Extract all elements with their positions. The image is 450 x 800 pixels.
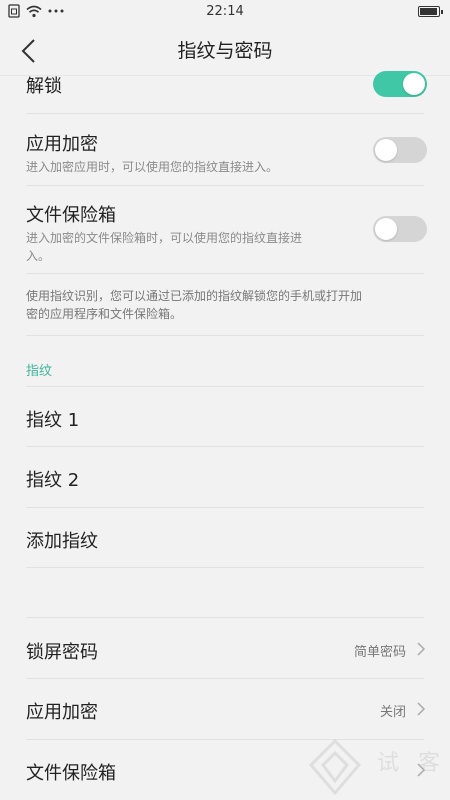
unlock-label: 解锁 <box>26 76 62 97</box>
app-encrypt-toggle[interactable] <box>373 137 427 163</box>
file-safe-switch-desc-line1: 进入加密的文件保险箱时，可以使用您的指纹直接进 <box>26 231 303 245</box>
divider <box>26 386 424 387</box>
add-fingerprint-button[interactable]: 添加指纹 <box>26 527 424 553</box>
status-bar: 22:14 <box>0 0 450 24</box>
unlock-toggle[interactable] <box>373 71 427 97</box>
divider <box>26 185 424 186</box>
divider <box>26 507 424 508</box>
fingerprint-item-1[interactable]: 指纹 1 <box>26 406 424 432</box>
file-safe-toggle[interactable] <box>373 216 427 242</box>
file-safe-switch-row[interactable]: 文件保险箱 进入加密的文件保险箱时，可以使用您的指纹直接进 入。 <box>26 201 424 265</box>
divider <box>26 113 424 114</box>
battery-icon <box>418 6 443 17</box>
watermark-text: 试 客 <box>377 751 446 776</box>
watermark-shield-icon <box>308 738 362 796</box>
app-encrypt-switch-label: 应用加密 <box>26 134 98 155</box>
file-safe-switch-label: 文件保险箱 <box>26 205 116 226</box>
divider <box>26 678 424 679</box>
fingerprint-info-text: 使用指纹识别，您可以通过已添加的指纹解锁您的手机或打开加 密的应用程序和文件保险… <box>26 287 424 323</box>
chevron-right-icon <box>417 642 426 656</box>
app-encrypt-item[interactable]: 应用加密 <box>26 698 424 724</box>
fingerprint-item-2[interactable]: 指纹 2 <box>26 466 424 492</box>
divider <box>26 446 424 447</box>
divider <box>26 567 424 568</box>
file-safe-switch-desc-line2: 入。 <box>26 249 51 263</box>
fingerprint-section-header: 指纹 <box>26 364 53 379</box>
lock-screen-password-value: 简单密码 <box>353 645 406 660</box>
status-time: 22:14 <box>206 4 244 19</box>
info-text-line1: 使用指纹识别，您可以通过已添加的指纹解锁您的手机或打开加 <box>26 289 363 303</box>
chevron-right-icon <box>417 702 426 716</box>
app-encrypt-switch-desc: 进入加密应用时，可以使用您的指纹直接进入。 <box>26 160 279 174</box>
divider <box>26 273 424 274</box>
unlock-row[interactable]: 解锁 <box>26 72 424 98</box>
nav-bar: 指纹与密码 <box>0 24 450 76</box>
app-encrypt-value: 关闭 <box>379 705 406 720</box>
divider <box>26 335 424 336</box>
divider <box>26 617 424 618</box>
page-title: 指纹与密码 <box>177 40 273 62</box>
watermark-logo: 试 客 <box>305 735 450 800</box>
info-text-line2: 密的应用程序和文件保险箱。 <box>26 307 183 321</box>
app-encrypt-switch-row[interactable]: 应用加密 进入加密应用时，可以使用您的指纹直接进入。 <box>26 130 424 176</box>
